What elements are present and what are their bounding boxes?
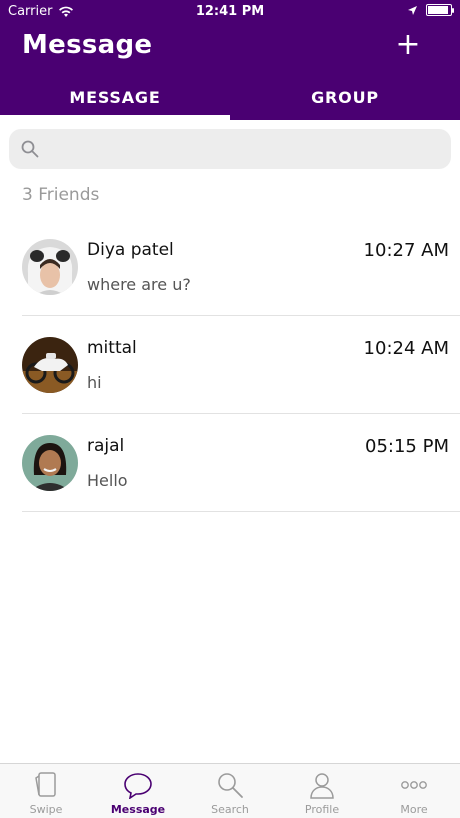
tab-more-label: More xyxy=(400,803,428,816)
conversation-row[interactable]: rajal Hello 05:15 PM xyxy=(22,414,460,512)
more-dots-icon xyxy=(401,781,427,789)
message-preview: where are u? xyxy=(87,275,191,294)
chat-bubble-icon xyxy=(124,773,152,799)
friends-count: 3 Friends xyxy=(22,185,100,205)
status-time: 12:41 PM xyxy=(195,4,265,19)
status-bar: Carrier 12:41 PM xyxy=(0,0,460,24)
avatar-photo-diya xyxy=(22,239,78,295)
search-input[interactable] xyxy=(47,129,451,169)
message-time: 10:27 AM xyxy=(363,240,449,261)
status-right xyxy=(407,4,454,16)
top-bar: Carrier 12:41 PM Message + MESSAGE GROUP xyxy=(0,0,460,120)
message-preview: hi xyxy=(87,373,102,392)
conversation-list: Diya patel where are u? 10:27 AM mittal … xyxy=(0,218,460,512)
tab-message[interactable]: MESSAGE xyxy=(0,78,230,120)
location-arrow-icon xyxy=(408,5,417,15)
avatar xyxy=(22,239,78,295)
message-time: 10:24 AM xyxy=(363,338,449,359)
conversation-row[interactable]: mittal hi 10:24 AM xyxy=(22,316,460,414)
segment-tabs: MESSAGE GROUP xyxy=(0,78,460,120)
contact-name: rajal xyxy=(87,436,125,456)
tab-group[interactable]: GROUP xyxy=(230,78,460,120)
tab-message-label: Message xyxy=(110,803,166,816)
page-title: Message xyxy=(22,30,153,60)
add-button[interactable]: + xyxy=(394,30,422,60)
avatar xyxy=(22,435,78,491)
message-time: 05:15 PM xyxy=(365,436,449,457)
message-preview: Hello xyxy=(87,471,128,490)
battery-icon xyxy=(426,4,454,16)
profile-icon xyxy=(310,773,334,799)
contact-name: mittal xyxy=(87,338,137,358)
avatar xyxy=(22,337,78,393)
tab-profile[interactable]: Profile xyxy=(276,764,368,818)
tab-swipe-label: Swipe xyxy=(29,803,63,816)
avatar-photo-mittal xyxy=(22,337,78,393)
avatar-photo-rajal xyxy=(22,435,78,491)
tab-swipe[interactable]: Swipe xyxy=(0,764,92,818)
tab-search[interactable]: Search xyxy=(184,764,276,818)
tab-profile-label: Profile xyxy=(304,803,340,816)
tab-search-label: Search xyxy=(211,803,249,816)
bottom-tab-bar: Swipe Message Search Profile More xyxy=(0,763,460,818)
tab-message-bottom[interactable]: Message xyxy=(92,764,184,818)
conversation-row[interactable]: Diya patel where are u? 10:27 AM xyxy=(22,218,460,316)
search-bar xyxy=(9,129,451,169)
swipe-cards-icon xyxy=(35,772,56,797)
tab-more[interactable]: More xyxy=(368,764,460,818)
contact-name: Diya patel xyxy=(87,240,174,260)
search-icon xyxy=(218,773,243,798)
search-icon xyxy=(21,140,39,158)
